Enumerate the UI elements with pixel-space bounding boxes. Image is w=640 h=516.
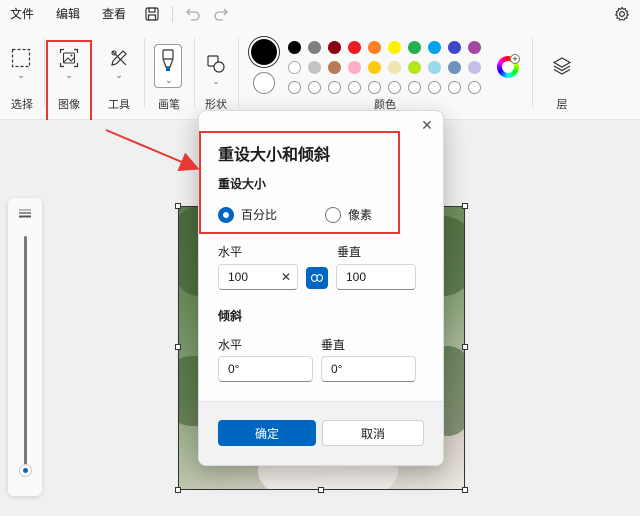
annotation-arrow [105, 129, 200, 171]
add-color-icon[interactable]: + [510, 54, 520, 64]
